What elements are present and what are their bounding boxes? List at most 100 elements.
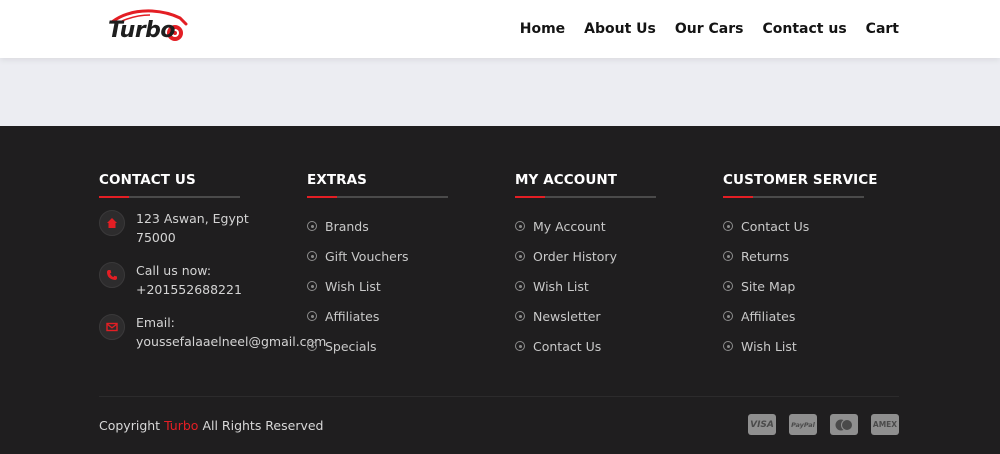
footer-link-wish-list[interactable]: Wish List bbox=[515, 271, 656, 301]
account-links: My Account Order History Wish List Newsl… bbox=[515, 211, 656, 361]
phone-label: Call us now: bbox=[136, 263, 212, 278]
bullet-icon bbox=[307, 251, 317, 261]
copyright-suffix: All Rights Reserved bbox=[202, 418, 324, 433]
title-underline-accent bbox=[99, 196, 129, 198]
title-underline bbox=[99, 196, 240, 198]
bullet-icon bbox=[515, 281, 525, 291]
contact-address: 123 Aswan, Egypt 75000 bbox=[99, 210, 249, 247]
site-header: Turbo Home About Us Our Cars Contact us … bbox=[0, 0, 1000, 58]
footer-service-column: CUSTOMER SERVICE Contact Us Returns Site… bbox=[723, 172, 878, 361]
footer-contact-title: CONTACT US bbox=[99, 172, 196, 188]
address-line-1: 123 Aswan, Egypt bbox=[136, 211, 249, 226]
envelope-icon bbox=[99, 314, 125, 340]
footer-link-wish-list[interactable]: Wish List bbox=[307, 271, 448, 301]
link-label: Brands bbox=[325, 218, 369, 234]
payment-methods: VISA PayPal AMEX bbox=[748, 414, 899, 435]
contact-phone-text: Call us now: +201552688221 bbox=[136, 262, 242, 299]
email-address[interactable]: youssefalaaelneel@gmail.com bbox=[136, 333, 326, 352]
bullet-icon bbox=[723, 281, 733, 291]
main-nav: Home About Us Our Cars Contact us Cart bbox=[520, 0, 899, 58]
amex-icon: AMEX bbox=[871, 414, 899, 435]
link-label: Returns bbox=[741, 248, 789, 264]
footer-link-gift-vouchers[interactable]: Gift Vouchers bbox=[307, 241, 448, 271]
title-underline-accent bbox=[723, 196, 753, 198]
footer-link-site-map[interactable]: Site Map bbox=[723, 271, 864, 301]
turbo-logo[interactable]: Turbo bbox=[106, 6, 192, 46]
link-label: My Account bbox=[533, 218, 606, 234]
footer-link-brands[interactable]: Brands bbox=[307, 211, 448, 241]
nav-contact-us[interactable]: Contact us bbox=[763, 21, 847, 37]
page-content-area bbox=[0, 58, 1000, 126]
bullet-icon bbox=[515, 221, 525, 231]
title-underline-accent bbox=[307, 196, 337, 198]
footer-service-title: CUSTOMER SERVICE bbox=[723, 172, 878, 188]
bullet-icon bbox=[515, 251, 525, 261]
footer-link-contact-us[interactable]: Contact Us bbox=[723, 211, 864, 241]
bullet-icon bbox=[307, 311, 317, 321]
title-underline bbox=[723, 196, 864, 198]
contact-email: Email: youssefalaaelneel@gmail.com bbox=[99, 314, 326, 351]
contact-address-text: 123 Aswan, Egypt 75000 bbox=[136, 210, 249, 247]
bullet-icon bbox=[307, 341, 317, 351]
footer-link-contact-us[interactable]: Contact Us bbox=[515, 331, 656, 361]
bullet-icon bbox=[723, 221, 733, 231]
mastercard-icon bbox=[830, 414, 858, 435]
footer-link-affiliates[interactable]: Affiliates bbox=[307, 301, 448, 331]
nav-about-us[interactable]: About Us bbox=[584, 21, 656, 37]
email-label: Email: bbox=[136, 315, 175, 330]
logo-text: Turbo bbox=[108, 18, 176, 43]
bullet-icon bbox=[515, 311, 525, 321]
link-label: Affiliates bbox=[741, 308, 796, 324]
footer-link-wish-list[interactable]: Wish List bbox=[723, 331, 864, 361]
footer-account-title: MY ACCOUNT bbox=[515, 172, 618, 188]
home-icon bbox=[99, 210, 125, 236]
title-underline bbox=[307, 196, 448, 198]
nav-cart[interactable]: Cart bbox=[866, 21, 899, 37]
footer-divider bbox=[99, 396, 899, 397]
footer-link-my-account[interactable]: My Account bbox=[515, 211, 656, 241]
link-label: Order History bbox=[533, 248, 617, 264]
nav-home[interactable]: Home bbox=[520, 21, 565, 37]
contact-phone: Call us now: +201552688221 bbox=[99, 262, 242, 299]
link-label: Wish List bbox=[325, 278, 381, 294]
bullet-icon bbox=[723, 341, 733, 351]
phone-number[interactable]: +201552688221 bbox=[136, 281, 242, 300]
phone-icon bbox=[99, 262, 125, 288]
footer-link-newsletter[interactable]: Newsletter bbox=[515, 301, 656, 331]
footer-link-specials[interactable]: Specials bbox=[307, 331, 448, 361]
link-label: Affiliates bbox=[325, 308, 380, 324]
service-links: Contact Us Returns Site Map Affiliates W… bbox=[723, 211, 864, 361]
bullet-icon bbox=[515, 341, 525, 351]
link-label: Contact Us bbox=[533, 338, 602, 354]
link-label: Wish List bbox=[533, 278, 589, 294]
footer-link-returns[interactable]: Returns bbox=[723, 241, 864, 271]
title-underline bbox=[515, 196, 656, 198]
link-label: Gift Vouchers bbox=[325, 248, 409, 264]
address-line-2: 75000 bbox=[136, 229, 176, 245]
link-label: Wish List bbox=[741, 338, 797, 354]
copyright-text: Copyright Turbo All Rights Reserved bbox=[99, 418, 324, 433]
visa-icon: VISA bbox=[748, 414, 776, 435]
bullet-icon bbox=[723, 311, 733, 321]
extras-links: Brands Gift Vouchers Wish List Affiliate… bbox=[307, 211, 448, 361]
footer-extras-title: EXTRAS bbox=[307, 172, 368, 188]
bullet-icon bbox=[723, 251, 733, 261]
footer-account-column: MY ACCOUNT My Account Order History Wish… bbox=[515, 172, 656, 361]
copyright-brand: Turbo bbox=[164, 418, 199, 433]
footer-link-order-history[interactable]: Order History bbox=[515, 241, 656, 271]
contact-email-text: Email: youssefalaaelneel@gmail.com bbox=[136, 314, 326, 351]
footer-link-affiliates[interactable]: Affiliates bbox=[723, 301, 864, 331]
title-underline-accent bbox=[515, 196, 545, 198]
site-footer: CONTACT US 123 Aswan, Egypt 75000 Call u… bbox=[0, 126, 1000, 454]
link-label: Specials bbox=[325, 338, 377, 354]
footer-extras-column: EXTRAS Brands Gift Vouchers Wish List Af… bbox=[307, 172, 448, 361]
paypal-icon: PayPal bbox=[789, 414, 817, 435]
bullet-icon bbox=[307, 281, 317, 291]
footer-contact-column: CONTACT US bbox=[99, 172, 240, 198]
bullet-icon bbox=[307, 221, 317, 231]
nav-our-cars[interactable]: Our Cars bbox=[675, 21, 744, 37]
link-label: Contact Us bbox=[741, 218, 810, 234]
link-label: Site Map bbox=[741, 278, 796, 294]
link-label: Newsletter bbox=[533, 308, 601, 324]
copyright-prefix: Copyright bbox=[99, 418, 161, 433]
